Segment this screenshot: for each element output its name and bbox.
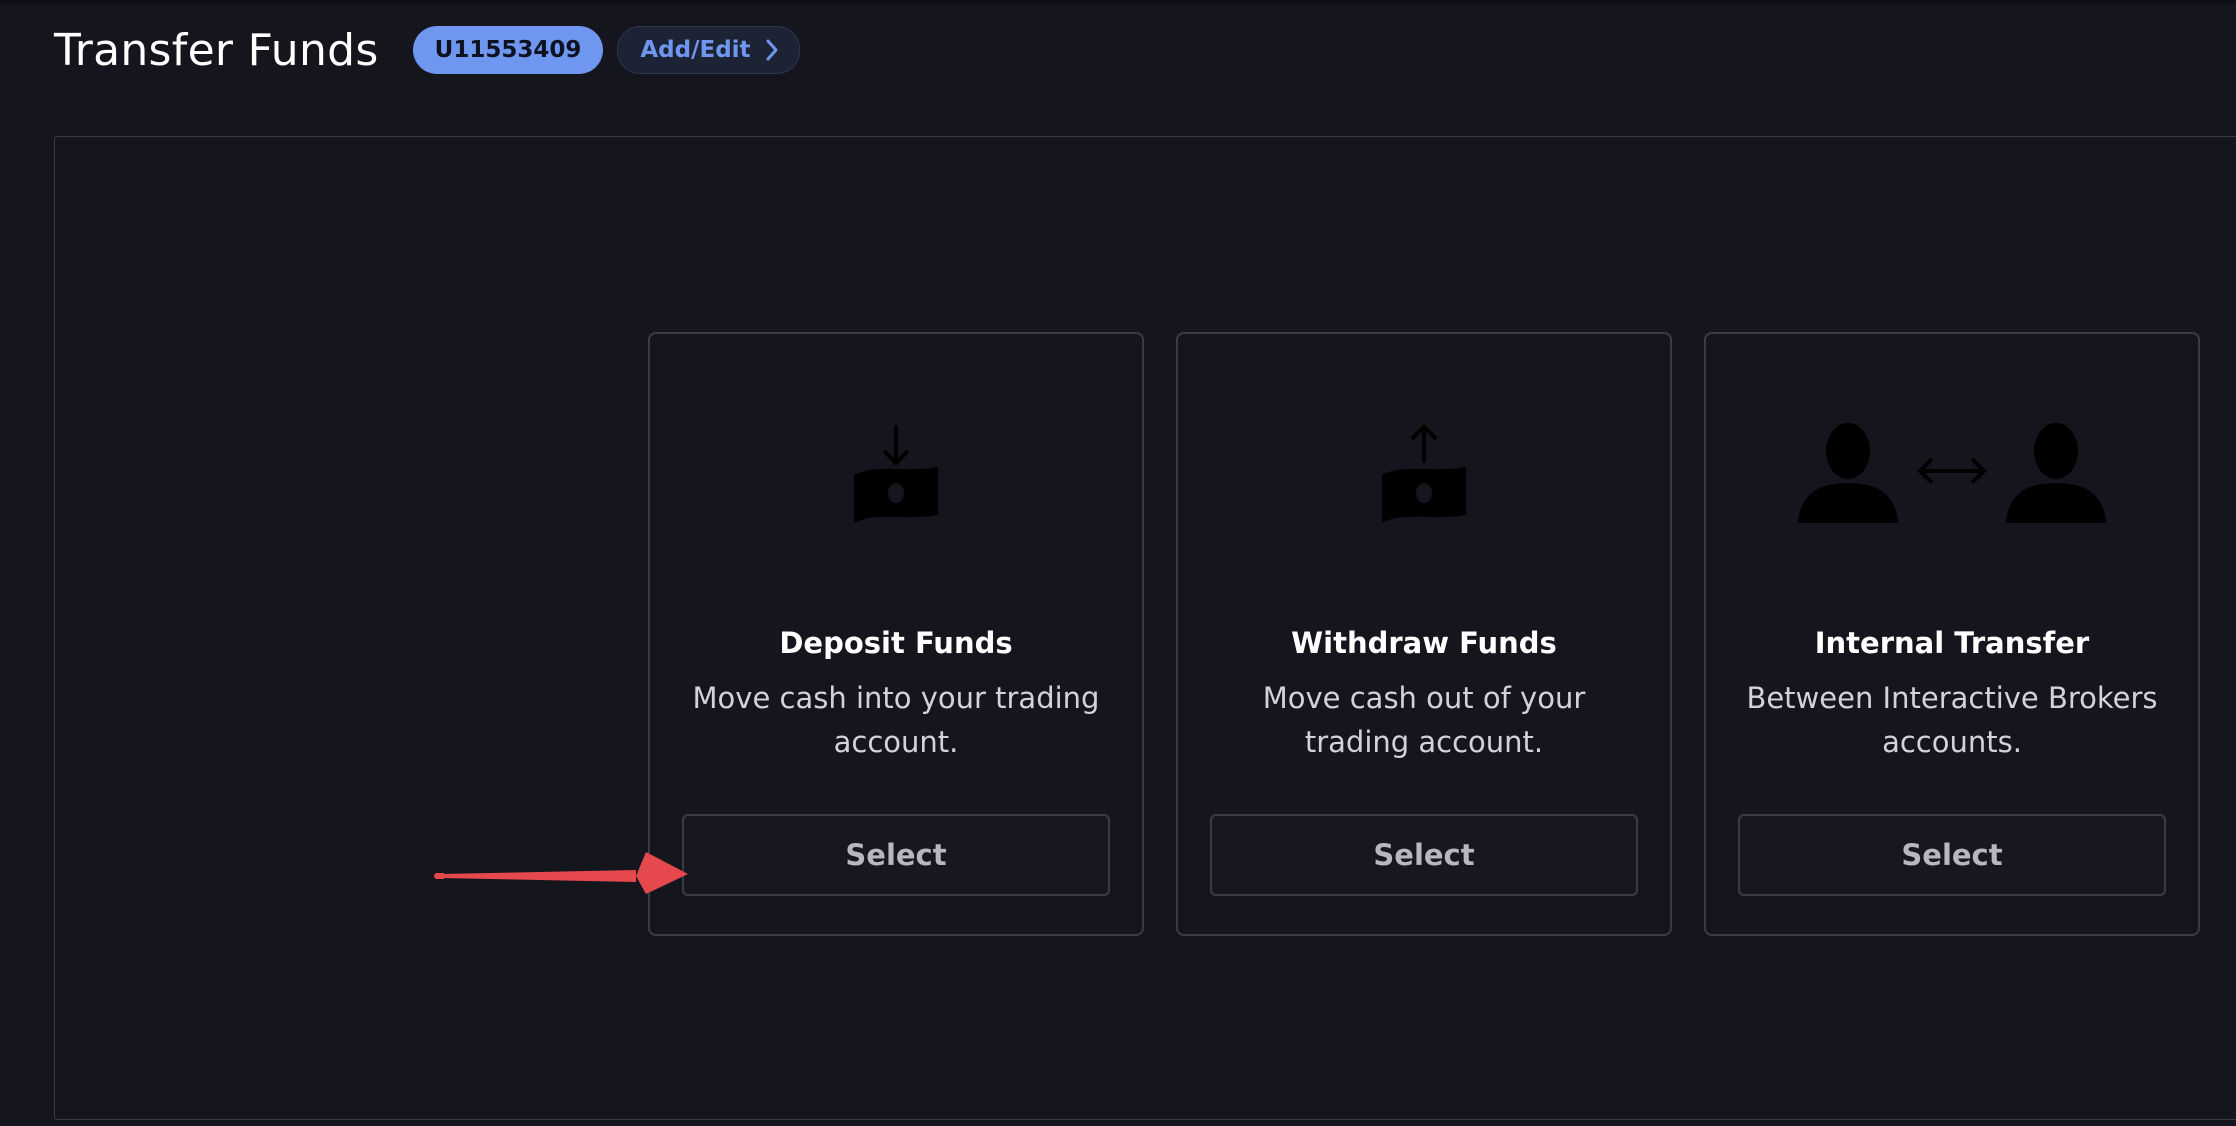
- card-description: Between Interactive Brokers accounts.: [1746, 681, 2158, 759]
- add-edit-button[interactable]: Add/Edit: [617, 26, 800, 74]
- deposit-select-button[interactable]: Select: [682, 814, 1110, 896]
- card-title: Deposit Funds: [779, 626, 1013, 660]
- chevron-right-icon: [765, 38, 779, 62]
- withdraw-funds-card[interactable]: Withdraw Funds Move cash out of your tra…: [1176, 332, 1672, 936]
- card-title: Withdraw Funds: [1291, 626, 1557, 660]
- annotation-arrow-icon: [430, 842, 690, 906]
- internal-transfer-card[interactable]: Internal Transfer Between Interactive Br…: [1704, 332, 2200, 936]
- page-title: Transfer Funds: [54, 24, 379, 76]
- internal-transfer-select-button[interactable]: Select: [1738, 814, 2166, 896]
- page-header: Transfer Funds U11553409 Add/Edit: [54, 18, 800, 82]
- card-description: Move cash out of your trading account.: [1262, 681, 1586, 759]
- add-edit-label: Add/Edit: [640, 37, 751, 63]
- withdraw-money-icon: [1178, 414, 1670, 534]
- deposit-money-icon: [650, 414, 1142, 534]
- card-description: Move cash into your trading account.: [692, 681, 1100, 759]
- card-title: Internal Transfer: [1814, 626, 2090, 660]
- top-shadow: [0, 0, 2236, 6]
- withdraw-select-button[interactable]: Select: [1210, 814, 1638, 896]
- account-selector-pill[interactable]: U11553409: [412, 26, 604, 74]
- deposit-funds-card[interactable]: Deposit Funds Move cash into your tradin…: [648, 332, 1144, 936]
- internal-transfer-icon: [1706, 414, 2198, 534]
